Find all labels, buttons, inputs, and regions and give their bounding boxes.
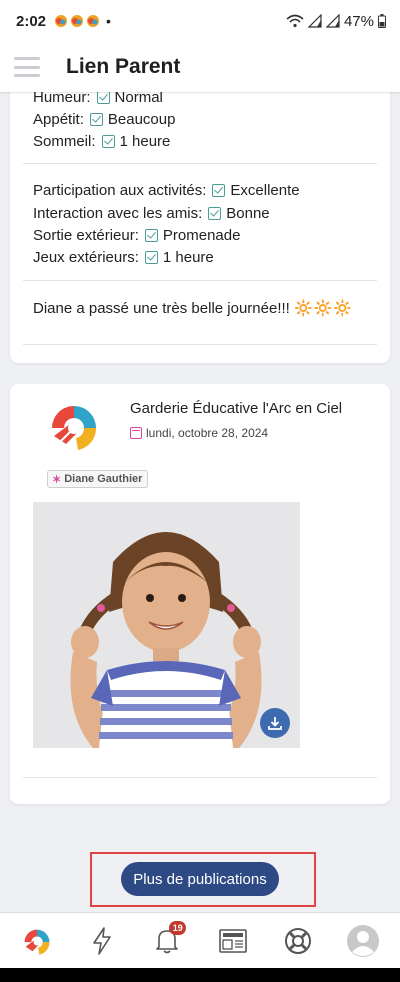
newspaper-icon: [218, 928, 247, 953]
report-row: Sortie extérieur: Promenade: [33, 227, 240, 244]
row-value: 1 heure: [119, 133, 171, 150]
report-row: Participation aux activités: Excellente: [33, 182, 300, 199]
child-tag-name: Diane Gauthier: [64, 473, 143, 485]
check-icon: [208, 207, 222, 220]
battery-percent: 47%: [343, 12, 374, 30]
post-photo[interactable]: [33, 502, 300, 748]
row-label: Interaction avec les amis:: [33, 205, 203, 222]
nav-help[interactable]: [276, 919, 320, 963]
report-row: Interaction avec les amis: Bonne: [33, 205, 270, 222]
check-icon: [144, 251, 158, 264]
row-value: Bonne: [226, 205, 270, 222]
row-label: Jeux extérieurs:: [33, 249, 139, 266]
nav-profile[interactable]: [341, 919, 385, 963]
post-date-text: lundi, octobre 28, 2024: [146, 426, 269, 440]
status-bar: 2:02 • 47%: [0, 0, 400, 42]
notification-badge: 19: [169, 920, 187, 935]
feed[interactable]: Humeur: Normal Appétit: Beaucoup Sommeil…: [0, 92, 400, 912]
nav-notifications[interactable]: 19: [145, 919, 189, 963]
download-button[interactable]: [260, 708, 290, 738]
row-label: Sommeil:: [33, 133, 96, 150]
avatar-icon: [347, 924, 380, 957]
row-label: Participation aux activités:: [33, 182, 207, 199]
row-value: Normal: [114, 92, 163, 106]
row-label: Humeur:: [33, 92, 91, 106]
app-notification-icon: [71, 15, 84, 27]
row-value: Promenade: [162, 227, 241, 244]
row-value: Excellente: [230, 182, 300, 199]
notification-icons: [54, 14, 100, 28]
app-logo-icon: [24, 929, 50, 955]
app-header: Lien Parent: [0, 42, 400, 92]
status-right: 47%: [286, 13, 386, 30]
divider: [23, 344, 377, 345]
signal-icon: [307, 14, 322, 28]
check-icon: [101, 135, 115, 148]
row-label: Appétit:: [33, 111, 84, 128]
lifebuoy-icon: [284, 927, 311, 954]
post-date: lundi, octobre 28, 2024: [130, 426, 268, 440]
calendar-icon: [130, 427, 142, 439]
divider: [23, 280, 377, 281]
signal-icon: [325, 14, 340, 28]
daycare-logo-icon: [52, 406, 97, 450]
divider: [23, 777, 377, 778]
report-note: Diane a passé une très belle journée!!! …: [33, 299, 353, 317]
person-icon: ✶: [52, 473, 62, 486]
report-row: Sommeil: 1 heure: [33, 133, 170, 150]
post-card: Garderie Éducative l'Arc en Ciel lundi, …: [10, 384, 390, 804]
app-notification-icon: [55, 15, 68, 27]
divider: [23, 163, 377, 164]
check-icon: [144, 229, 158, 242]
child-tag: ✶ Diane Gauthier: [47, 470, 149, 488]
download-icon: [268, 717, 282, 730]
check-icon: [89, 113, 103, 126]
note-text: Diane a passé une très belle journée!!!: [33, 300, 290, 317]
sun-emoji: 🔆🔆🔆: [294, 300, 354, 317]
row-value: 1 heure: [162, 249, 214, 266]
row-value: Beaucoup: [107, 111, 176, 128]
bottom-nav: 19: [0, 912, 400, 968]
wifi-icon: [286, 14, 304, 28]
daily-report-card: Humeur: Normal Appétit: Beaucoup Sommeil…: [10, 92, 390, 363]
child-photo-image: [33, 502, 300, 748]
check-icon: [96, 92, 110, 104]
nav-news[interactable]: [211, 919, 255, 963]
nav-activity[interactable]: [80, 919, 124, 963]
nav-home[interactable]: [15, 919, 59, 963]
check-icon: [212, 184, 226, 197]
system-nav-bar: [0, 968, 400, 982]
menu-icon[interactable]: [14, 57, 40, 77]
report-row: Humeur: Normal: [33, 92, 163, 106]
lightning-icon: [93, 926, 111, 955]
more-publications-button[interactable]: Plus de publications: [121, 862, 279, 896]
report-row: Jeux extérieurs: 1 heure: [33, 249, 214, 266]
status-time: 2:02: [16, 12, 47, 30]
battery-icon: [378, 14, 386, 28]
post-author: Garderie Éducative l'Arc en Ciel: [130, 400, 343, 417]
row-label: Sortie extérieur:: [33, 227, 139, 244]
app-title: Lien Parent: [66, 55, 181, 78]
app-notification-icon: [87, 15, 100, 27]
report-row: Appétit: Beaucoup: [33, 111, 175, 128]
status-dot: •: [106, 13, 111, 29]
